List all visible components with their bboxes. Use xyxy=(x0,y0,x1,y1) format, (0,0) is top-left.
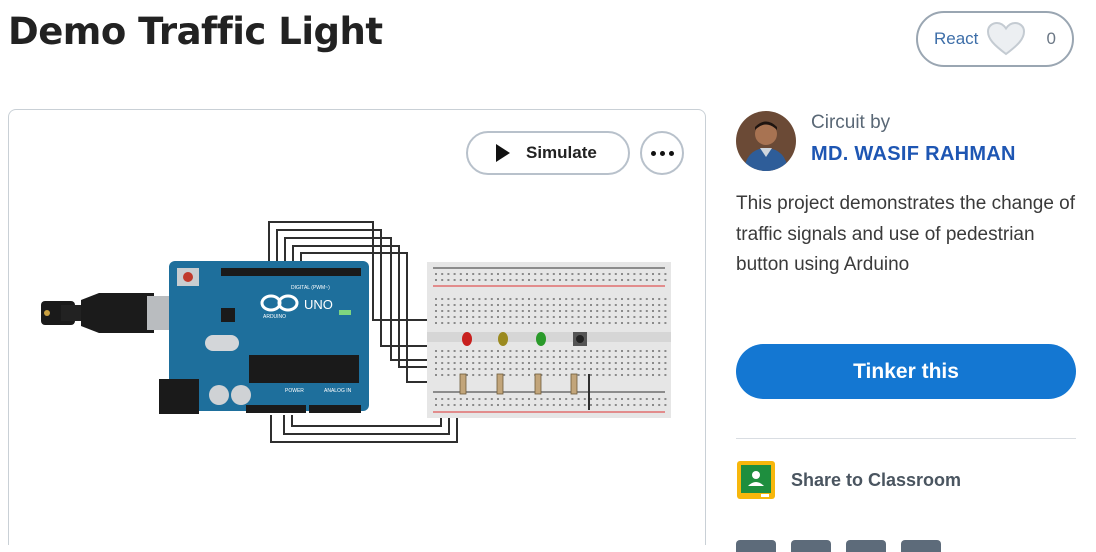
play-icon xyxy=(496,144,510,162)
simulate-label: Simulate xyxy=(526,143,597,162)
usb-cable xyxy=(41,293,177,333)
analog-label: ANALOG IN xyxy=(324,388,352,394)
breadboard xyxy=(427,262,671,418)
led-yellow xyxy=(498,332,508,346)
tinker-this-button[interactable]: Tinker this xyxy=(736,344,1076,399)
react-button[interactable]: React 0 xyxy=(916,11,1074,67)
power-label: POWER xyxy=(285,388,304,394)
led-red xyxy=(462,332,472,346)
circuit-by-label: Circuit by xyxy=(811,112,891,133)
author-name-link[interactable]: MD. WASIF RAHMAN xyxy=(811,143,1016,166)
react-label: React xyxy=(934,29,979,48)
react-count: 0 xyxy=(1046,29,1056,48)
social-share-icon[interactable] xyxy=(736,540,776,552)
circuit-diagram: UNO ARDUINO DIGITAL (PWM~) POWER ANALOG … xyxy=(41,221,671,443)
project-description: This project demonstrates the change of … xyxy=(736,193,1076,275)
simulate-button[interactable]: Simulate xyxy=(466,131,630,175)
social-share-buttons xyxy=(736,540,941,552)
page-title: Demo Traffic Light xyxy=(8,10,383,53)
avatar[interactable] xyxy=(736,111,796,171)
circuit-canvas[interactable]: UNO ARDUINO DIGITAL (PWM~) POWER ANALOG … xyxy=(8,109,706,545)
share-classroom-label: Share to Classroom xyxy=(791,469,962,490)
digital-label: DIGITAL (PWM~) xyxy=(291,285,330,291)
led-green xyxy=(536,332,546,346)
google-classroom-icon xyxy=(736,460,776,500)
arduino-board: UNO ARDUINO DIGITAL (PWM~) POWER ANALOG … xyxy=(159,261,369,414)
heart-outline-icon xyxy=(986,21,1026,57)
social-share-icon[interactable] xyxy=(791,540,831,552)
board-brand: ARDUINO xyxy=(263,314,286,320)
share-to-classroom-button[interactable]: Share to Classroom xyxy=(736,460,961,500)
board-logo: UNO xyxy=(304,297,333,312)
more-options-icon xyxy=(650,150,656,156)
divider xyxy=(736,438,1076,439)
more-options-button[interactable] xyxy=(640,131,684,175)
social-share-icon[interactable] xyxy=(901,540,941,552)
social-share-icon[interactable] xyxy=(846,540,886,552)
